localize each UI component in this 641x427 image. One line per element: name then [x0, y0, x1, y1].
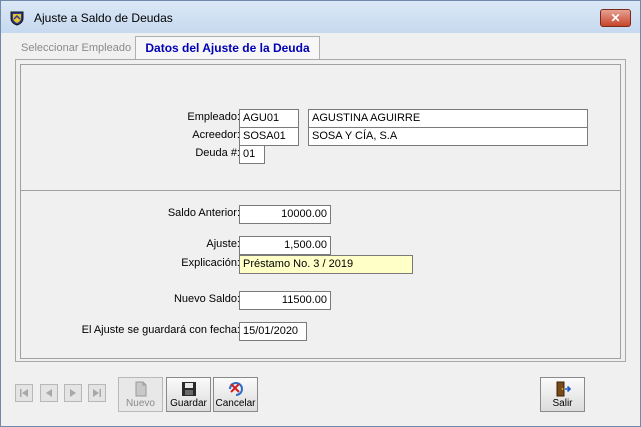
previous-record-icon	[46, 389, 52, 397]
first-record-button[interactable]	[15, 384, 33, 402]
deuda-number-field[interactable]: 01	[239, 145, 265, 164]
cancelar-label: Cancelar	[215, 398, 256, 409]
empleado-label: Empleado:	[187, 111, 240, 123]
explicacion-field[interactable]: Préstamo No. 3 / 2019	[239, 255, 413, 274]
acreedor-label: Acreedor:	[192, 129, 240, 141]
cancel-undo-icon	[229, 382, 243, 396]
saldo-anterior-field[interactable]: 10000.00	[239, 205, 331, 224]
tab-panel: Empleado: AGU01 AGUSTINA AGUIRRE Acreedo…	[15, 59, 626, 362]
salir-button[interactable]: Salir	[540, 377, 585, 412]
nuevo-label: Nuevo	[126, 398, 155, 409]
salir-label: Salir	[552, 398, 573, 409]
fecha-label: El Ajuste se guardará con fecha:	[81, 324, 240, 336]
ajuste-label: Ajuste:	[206, 238, 240, 250]
adjustment-group: Saldo Anterior: 10000.00 Ajuste: 1,500.0…	[20, 190, 621, 359]
empleado-name-field[interactable]: AGUSTINA AGUIRRE	[308, 109, 588, 128]
last-record-icon	[93, 389, 101, 397]
new-document-icon	[135, 381, 147, 397]
tab-seleccionar-empleado[interactable]: Seleccionar Empleado	[16, 38, 136, 58]
app-shield-icon	[10, 11, 24, 26]
saldo-anterior-label: Saldo Anterior:	[167, 207, 240, 219]
previous-record-button[interactable]	[40, 384, 58, 402]
empleado-code-field[interactable]: AGU01	[239, 109, 299, 128]
exit-door-icon	[556, 381, 572, 397]
nuevo-saldo-field[interactable]: 11500.00	[239, 291, 331, 310]
debt-info-group: Empleado: AGU01 AGUSTINA AGUIRRE Acreedo…	[20, 64, 621, 191]
guardar-button[interactable]: Guardar	[166, 377, 211, 412]
cancelar-button[interactable]: Cancelar	[213, 377, 258, 412]
explicacion-label: Explicación:	[181, 257, 240, 269]
next-record-button[interactable]	[64, 384, 82, 402]
last-record-button[interactable]	[88, 384, 106, 402]
window-title: Ajuste a Saldo de Deudas	[34, 11, 173, 25]
guardar-label: Guardar	[170, 398, 207, 409]
next-record-icon	[70, 389, 76, 397]
first-record-icon	[20, 389, 28, 397]
fecha-field[interactable]: 15/01/2020	[239, 322, 307, 341]
acreedor-code-field[interactable]: SOSA01	[239, 127, 299, 146]
dialog-window: Ajuste a Saldo de Deudas ✕ Seleccionar E…	[0, 0, 641, 427]
deuda-label: Deuda #:	[195, 147, 240, 159]
nuevo-button[interactable]: Nuevo	[118, 377, 163, 412]
close-icon: ✕	[610, 11, 621, 25]
acreedor-name-field[interactable]: SOSA Y CÍA, S.A	[308, 127, 588, 146]
title-bar[interactable]: Ajuste a Saldo de Deudas ✕	[1, 1, 640, 33]
close-button[interactable]: ✕	[600, 9, 631, 27]
ajuste-field[interactable]: 1,500.00	[239, 236, 331, 255]
tab-datos-ajuste[interactable]: Datos del Ajuste de la Deuda	[135, 36, 320, 60]
nuevo-saldo-label: Nuevo Saldo:	[173, 293, 240, 305]
save-floppy-icon	[182, 382, 196, 396]
